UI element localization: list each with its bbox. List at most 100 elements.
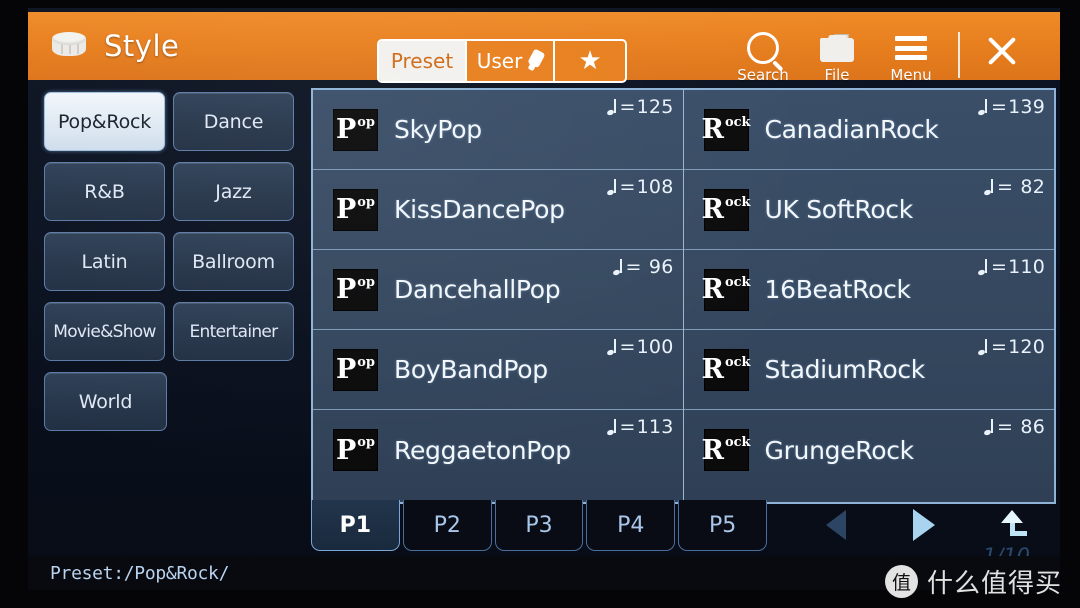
return-up-icon [995,508,1029,542]
list-item[interactable]: Rock UK SoftRock = 82 [683,170,1054,250]
breadcrumb: Preset:/Pop&Rock/ [50,562,230,584]
page-tab-p1[interactable]: P1 [311,500,400,551]
list-item[interactable]: Rock StadiumRock = 120 [683,330,1054,410]
list-item[interactable]: Rock CanadianRock = 139 [683,90,1054,170]
style-name: KissDancePop [394,195,565,224]
quarter-note-icon [977,258,988,276]
quarter-note-icon [611,258,623,276]
quarter-note-icon [605,98,617,116]
pop-genre-icon: Pop [334,189,377,230]
quarter-note-icon [605,178,617,196]
tempo-value: = 113 [605,416,674,438]
pop-genre-icon: Pop [334,269,377,310]
file-label: File [824,66,850,84]
search-button[interactable]: Search [726,28,800,84]
tempo-value: = 110 [977,256,1045,278]
usb-icon [523,48,547,75]
style-name: BoyBandPop [394,355,548,384]
category-row: Pop&Rock Dance [44,92,294,151]
tempo-value: = 120 [977,336,1045,358]
style-name: StadiumRock [764,355,926,384]
tempo-value: = 125 [605,96,674,118]
nav-buttons [792,500,1056,550]
rock-genre-icon: Rock [701,189,751,230]
category-world[interactable]: World [44,372,167,431]
return-up-button[interactable] [968,500,1056,550]
category-row: World [44,372,294,431]
triangle-right-icon [912,509,935,541]
file-button[interactable]: File [800,28,874,84]
tempo-value: = 108 [605,176,674,198]
watermark-text: 什么值得买 [926,569,1062,599]
category-ballroom[interactable]: Ballroom [173,232,294,291]
menu-button[interactable]: Menu [874,28,948,84]
style-name: SkyPop [394,115,482,144]
close-icon [985,34,1019,68]
category-entertainer[interactable]: Entertainer [173,302,294,361]
page-tab-p4[interactable]: P4 [586,500,676,551]
category-row: Latin Ballroom [44,232,294,291]
style-name: DancehallPop [394,275,561,304]
style-column-right: Rock CanadianRock = 139 Rock UK SoftRock … [683,90,1055,502]
watermark-logo: 值 [884,565,918,598]
list-item[interactable]: Pop BoyBandPop = 100 [313,330,683,410]
quarter-note-icon [977,98,988,116]
quarter-note-icon [977,338,988,356]
watermark: 值 什么值得买 [884,563,1062,600]
hamburger-icon [895,32,927,64]
pop-genre-icon: Pop [334,349,377,390]
next-page-button[interactable] [880,500,968,550]
rock-genre-icon: Rock [701,109,751,150]
category-movie-show[interactable]: Movie&Show [44,302,165,361]
page-title: Style [104,29,180,63]
tab-user-label: User [476,49,523,73]
page-tab-p2[interactable]: P2 [402,500,492,551]
page-tab-p3[interactable]: P3 [494,500,584,551]
category-latin[interactable]: Latin [44,232,165,291]
style-name: CanadianRock [764,115,939,144]
source-tab-group: Preset User ★ [377,39,627,83]
category-jazz[interactable]: Jazz [173,162,294,221]
rock-genre-icon: Rock [701,269,751,310]
page-tab-p5[interactable]: P5 [678,500,767,551]
tempo-value: = 82 [983,176,1045,198]
quarter-note-icon [983,418,994,436]
pagination-bar: P1 P2 P3 P4 P5 [311,500,1056,552]
star-icon: ★ [578,46,602,76]
tempo-value: = 139 [977,96,1045,118]
style-list-panel: Pop SkyPop = 125 Pop KissDancePop = 108 Po… [311,88,1056,504]
list-item[interactable]: Pop KissDancePop = 108 [313,170,683,250]
category-pop-rock[interactable]: Pop&Rock [44,92,165,151]
toolbar-divider [958,32,960,78]
menu-label: Menu [890,66,932,84]
list-item[interactable]: Rock GrungeRock = 86 [684,410,1055,490]
rock-genre-icon: Rock [701,430,751,470]
tempo-value: = 100 [605,336,674,358]
tempo-value: = 96 [611,256,674,278]
device-screen: Style Preset User ★ Search File Menu Pop… [0,0,1080,608]
style-name: 16BeatRock [764,275,912,304]
category-dance[interactable]: Dance [173,92,294,151]
triangle-left-icon [825,510,846,540]
category-list: Pop&Rock Dance R&B Jazz Latin Ballroom M… [44,92,294,442]
toolbar: Search File Menu [726,28,1030,88]
tab-user[interactable]: User [465,41,555,81]
tab-favorite[interactable]: ★ [555,41,625,81]
style-name: ReggaetonPop [394,435,571,465]
category-row: Movie&Show Entertainer [44,302,294,361]
list-item[interactable]: Pop DancehallPop = 96 [313,250,683,330]
tab-preset[interactable]: Preset [379,41,465,81]
list-item[interactable]: Pop SkyPop = 125 [313,90,683,170]
tempo-value: = 86 [983,416,1045,438]
list-item[interactable]: Pop ReggaetonPop = 113 [313,410,683,490]
search-icon [747,32,779,64]
tab-preset-label: Preset [390,49,454,73]
category-rnb[interactable]: R&B [44,162,165,221]
quarter-note-icon [983,178,994,196]
list-item[interactable]: Rock 16BeatRock = 110 [683,250,1054,330]
prev-page-button[interactable] [792,500,880,550]
close-button[interactable] [974,28,1030,68]
style-name: GrungeRock [764,435,915,465]
category-row: R&B Jazz [44,162,294,221]
quarter-note-icon [605,338,617,356]
